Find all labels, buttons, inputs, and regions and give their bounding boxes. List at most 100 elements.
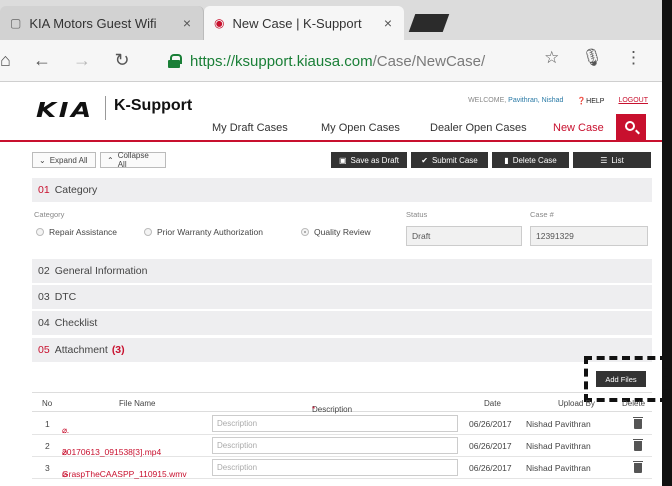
section-number: 02 — [38, 265, 50, 277]
col-file-name: File Name — [119, 399, 156, 408]
logout-link[interactable]: LOGOUT — [618, 97, 648, 105]
section-number: 01 — [38, 184, 50, 196]
back-icon[interactable]: ← — [22, 50, 62, 71]
file-name: 20170613_091538[3].mp4 — [62, 447, 162, 457]
new-tab-button[interactable] — [408, 14, 450, 32]
collapse-all-button[interactable]: ⌃ Collapse All — [100, 151, 166, 169]
status-field: Draft — [406, 226, 522, 246]
save-icon: ▣ — [338, 155, 347, 165]
forward-icon[interactable]: → — [62, 50, 102, 71]
uploaded-by: Nishad Pavithran — [526, 419, 591, 429]
delete-file-icon[interactable] — [633, 417, 643, 429]
save-as-draft-button[interactable]: ▣ Save as Draft — [331, 152, 407, 168]
close-icon[interactable]: × — [384, 15, 392, 31]
nav-dealer-open-cases[interactable]: Dealer Open Cases — [430, 122, 527, 134]
section-checklist[interactable]: 04 Checklist — [32, 311, 652, 335]
status-label: Status — [406, 210, 428, 219]
section-dtc[interactable]: 03 DTC — [32, 285, 652, 309]
section-title: Attachment — [54, 344, 108, 356]
table-row: 1 ⌀... Description 06/26/2017 Nishad Pav… — [32, 413, 652, 435]
welcome-label: WELCOME, — [468, 97, 507, 104]
file-name: ... — [62, 425, 70, 435]
table-row: 3 ⌀ GraspTheCAASPP_110915.wmv Description… — [32, 457, 652, 479]
check-icon: ✔ — [421, 155, 428, 165]
home-icon[interactable]: ⌂ — [0, 50, 22, 71]
nav-my-open-cases[interactable]: My Open Cases — [321, 122, 400, 134]
expand-all-button[interactable]: ⌄ Expand All — [32, 152, 96, 168]
window-edge — [662, 0, 672, 486]
radio-repair-assistance[interactable]: Repair Assistance — [36, 227, 117, 237]
attachments-table-header: No File Name Description * Date Upload By… — [32, 392, 652, 414]
lock-icon — [168, 54, 182, 68]
delete-case-button[interactable]: ▮ Delete Case — [492, 152, 569, 168]
save-as-draft-label: Save as Draft — [350, 155, 400, 165]
tab-guest-wifi[interactable]: ▢ KIA Motors Guest Wifi × — [0, 6, 204, 40]
delete-file-icon[interactable] — [633, 439, 643, 451]
category-label: Category — [34, 210, 65, 219]
site-header: KIA K-Support WELCOME, Pavithran, Nishad… — [0, 82, 662, 142]
search-button[interactable] — [616, 114, 646, 142]
search-icon — [625, 121, 635, 131]
section-title: Category — [54, 184, 98, 196]
logo-divider — [105, 96, 106, 120]
microphone-icon[interactable]: 🎙 — [581, 48, 603, 68]
upload-date: 06/26/2017 — [469, 463, 512, 473]
collapse-all-label: Collapse All — [117, 151, 149, 169]
bookmark-star-icon[interactable]: ☆ — [544, 48, 559, 68]
case-number-field: 12391329 — [530, 226, 648, 246]
section-title: DTC — [54, 291, 77, 303]
kia-logo[interactable]: KIA — [36, 98, 94, 122]
delete-file-icon[interactable] — [633, 461, 643, 473]
radio-icon — [144, 228, 152, 236]
radio-label: Quality Review — [314, 227, 371, 237]
radio-icon — [36, 228, 44, 236]
radio-label: Repair Assistance — [49, 227, 118, 237]
col-upload-by: Upload By — [558, 399, 595, 408]
chevron-up-icon: ⌃ — [107, 155, 114, 165]
case-number-label: Case # — [530, 210, 554, 219]
description-input[interactable]: Description — [212, 415, 458, 432]
col-delete: Delete — [622, 399, 646, 408]
uploaded-by: Nishad Pavithran — [526, 463, 591, 473]
section-number: 04 — [38, 317, 50, 329]
file-name: GraspTheCAASPP_110915.wmv — [62, 469, 187, 479]
delete-case-label: Delete Case — [512, 155, 557, 165]
nav-new-case[interactable]: New Case — [553, 122, 604, 134]
add-files-button[interactable]: Add Files — [596, 371, 646, 387]
row-number: 1 — [45, 419, 50, 429]
section-title: Checklist — [54, 317, 98, 329]
tab-new-case[interactable]: ◉ New Case | K-Support × — [204, 6, 404, 40]
list-button[interactable]: ☰ List — [573, 152, 651, 168]
row-number: 3 — [45, 463, 50, 473]
table-row: 2 ⌀ 20170613_091538[3].mp4 Description 06… — [32, 435, 652, 457]
radio-prior-warranty-authorization[interactable]: Prior Warranty Authorization — [144, 227, 263, 237]
tab-label: New Case | K-Support — [232, 15, 362, 31]
submit-case-button[interactable]: ✔ Submit Case — [411, 152, 488, 168]
attachment-count: (3) — [111, 344, 125, 356]
description-input[interactable]: Description — [212, 437, 458, 454]
browser-tab-bar: ▢ KIA Motors Guest Wifi × ◉ New Case | K… — [0, 0, 672, 40]
section-general-information[interactable]: 02 General Information — [32, 259, 652, 283]
user-name: Pavithran, Nishad — [508, 97, 564, 104]
help-link[interactable]: ❓HELP — [577, 97, 604, 105]
col-no: No — [42, 399, 53, 408]
submit-case-label: Submit Case — [431, 155, 478, 165]
upload-date: 06/26/2017 — [469, 419, 512, 429]
section-title: General Information — [54, 265, 148, 277]
nav-my-draft-cases[interactable]: My Draft Cases — [212, 122, 288, 134]
expand-all-label: Expand All — [49, 155, 88, 165]
radio-label: Prior Warranty Authorization — [157, 227, 263, 237]
close-icon[interactable]: × — [183, 15, 191, 31]
section-category[interactable]: 01 Category — [32, 178, 652, 202]
upload-date: 06/26/2017 — [469, 441, 512, 451]
section-attachment[interactable]: 05 Attachment (3) — [32, 338, 652, 362]
radio-selected-icon — [301, 228, 309, 236]
address-bar[interactable]: https://ksupport.kiausa.com/Case/NewCase… — [168, 48, 588, 74]
reload-icon[interactable]: ↻ — [102, 50, 142, 71]
col-date: Date — [484, 399, 501, 408]
radio-quality-review[interactable]: Quality Review — [301, 227, 371, 237]
menu-icon[interactable]: ⋮ — [625, 48, 642, 68]
url-host: https://ksupport.kiausa.com — [190, 52, 373, 70]
description-input[interactable]: Description — [212, 459, 458, 476]
trash-icon: ▮ — [504, 155, 509, 165]
